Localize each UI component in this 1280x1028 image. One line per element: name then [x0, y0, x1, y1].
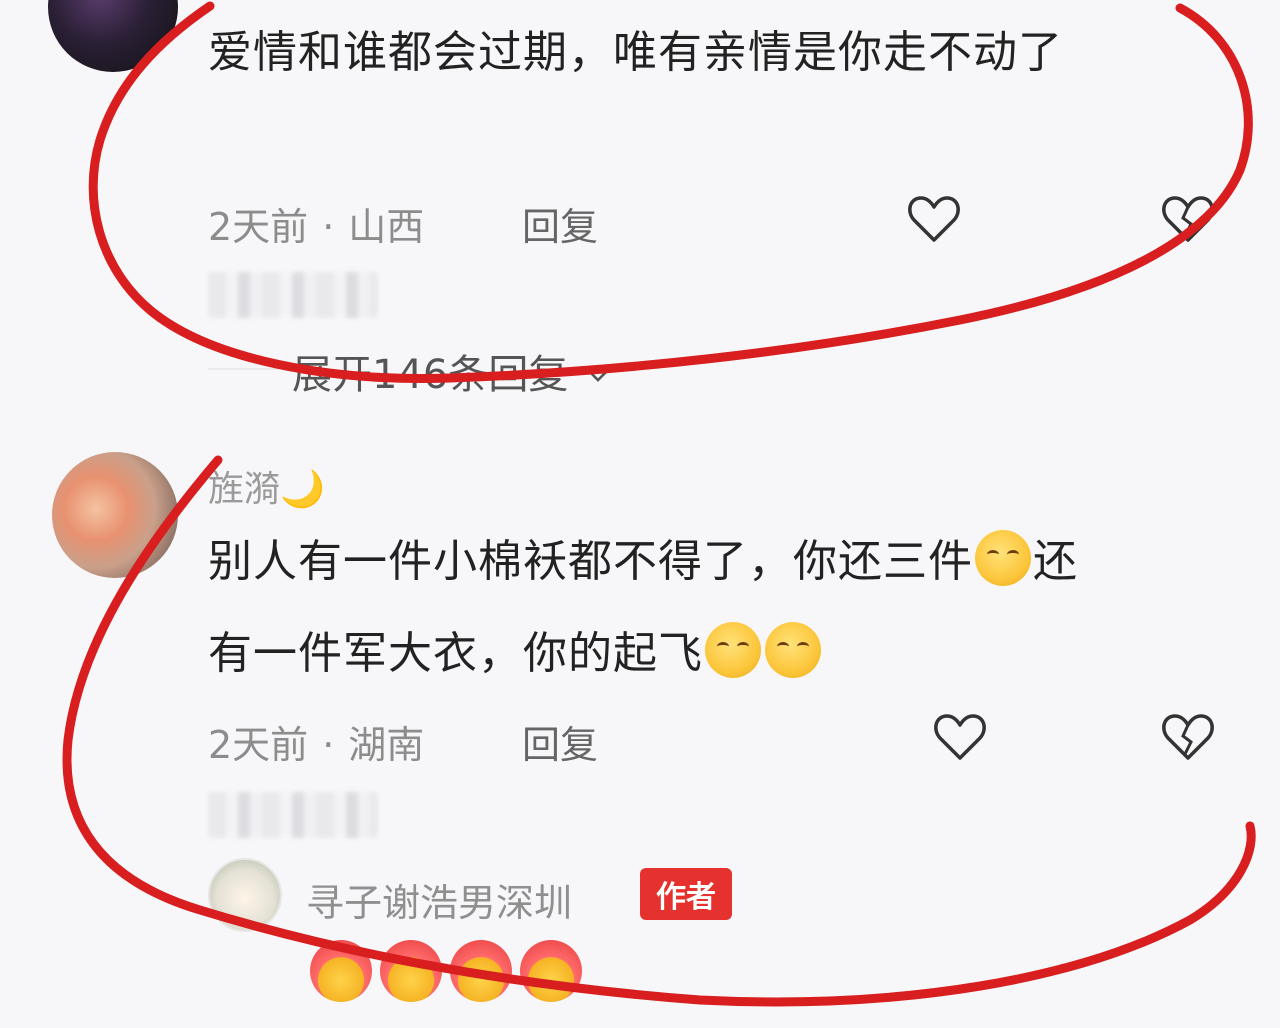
- like-button[interactable]: [930, 708, 990, 768]
- commenter-avatar[interactable]: [52, 452, 178, 578]
- comment-location: 山西: [348, 205, 425, 249]
- comment-text: 爱情和谁都会过期，唯有亲情是你走不动了: [208, 27, 1063, 78]
- comment-text-part: 有一件军大衣，你的起飞: [208, 628, 703, 679]
- expand-replies-button[interactable]: 展开146条回复: [292, 342, 615, 400]
- comment-text-line: 别人有一件小棉袄都不得了，你还三件 还: [208, 530, 1078, 591]
- reply-button[interactable]: 回复: [522, 196, 598, 251]
- author-username[interactable]: 寻子谢浩男深圳: [306, 872, 572, 927]
- commenter-avatar[interactable]: [48, 0, 178, 72]
- commenter-username[interactable]: 旌漪🌙: [208, 460, 325, 512]
- dislike-button[interactable]: [1158, 708, 1218, 768]
- like-button[interactable]: [904, 190, 964, 250]
- heart-outline-icon: [934, 714, 986, 760]
- broken-heart-icon: [1162, 714, 1214, 760]
- reply-divider: [208, 368, 278, 370]
- blurred-sticker: [208, 272, 378, 318]
- comment-text-part: 别人有一件小棉袄都不得了，你还三件: [208, 536, 973, 587]
- dislike-button[interactable]: [1158, 190, 1218, 250]
- covering-mouth-laugh-emoji: [765, 622, 821, 678]
- author-avatar[interactable]: [208, 858, 282, 932]
- blurred-sticker: [208, 792, 378, 838]
- comment-time: 2天前: [208, 205, 309, 249]
- chevron-down-icon: [586, 368, 610, 382]
- comment-meta: 2天前 · 湖南: [208, 714, 424, 769]
- heart-hands-emoji: [380, 940, 442, 1002]
- meta-separator: ·: [322, 723, 335, 767]
- comment-meta: 2天前 · 山西: [208, 196, 424, 251]
- comment-time: 2天前: [208, 723, 309, 767]
- heart-hands-emoji: [450, 940, 512, 1002]
- broken-heart-icon: [1162, 196, 1214, 242]
- heart-outline-icon: [908, 196, 960, 242]
- comment-text-part: 还: [1033, 536, 1078, 587]
- covering-mouth-laugh-emoji: [705, 622, 761, 678]
- heart-hands-emoji: [310, 940, 372, 1002]
- heart-hands-emoji: [520, 940, 582, 1002]
- author-badge: 作者: [640, 868, 732, 920]
- expand-replies-label: 展开146条回复: [292, 352, 569, 398]
- comment-text-line: 有一件军大衣，你的起飞: [208, 622, 823, 683]
- reply-button[interactable]: 回复: [522, 714, 598, 769]
- covering-mouth-laugh-emoji: [975, 530, 1031, 586]
- comment-location: 湖南: [348, 723, 425, 767]
- meta-separator: ·: [322, 205, 335, 249]
